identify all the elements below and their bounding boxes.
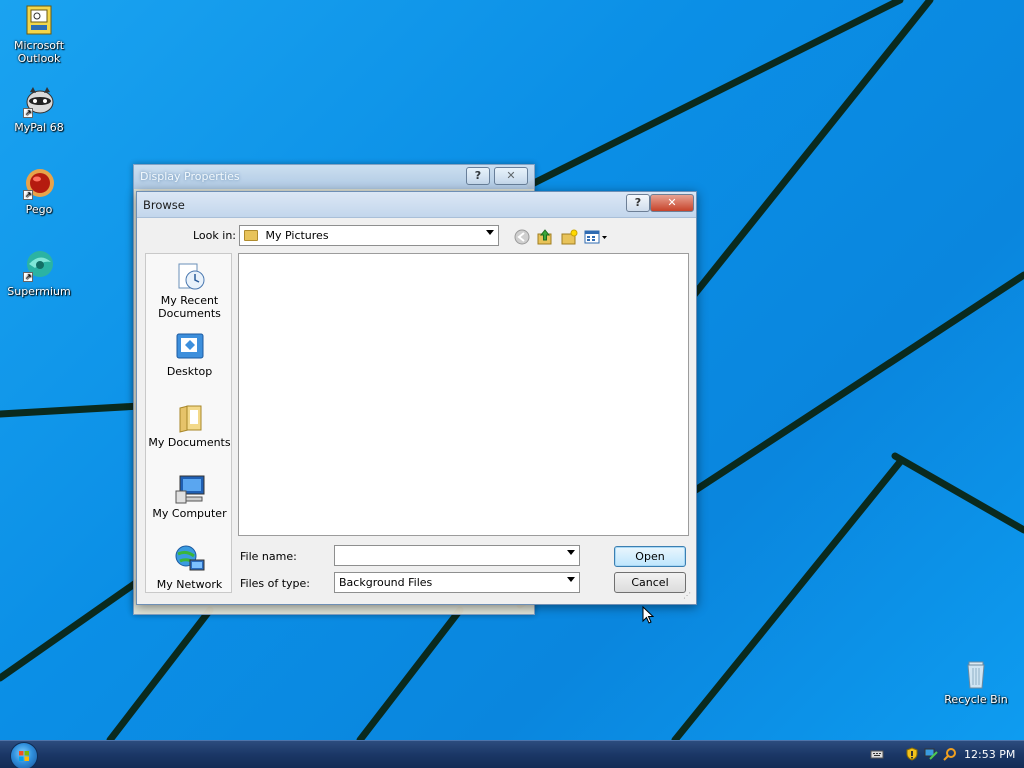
search-icon[interactable] [943, 747, 957, 761]
security-shield-icon[interactable] [905, 747, 919, 761]
pego-icon: ↗ [23, 168, 55, 200]
window-title: Display Properties [140, 170, 240, 183]
desktop-icon-pego[interactable]: ↗ Pego [0, 168, 78, 216]
browse-dialog[interactable]: Browse ? ✕ Look in: My Pictures My Recen… [136, 191, 697, 605]
my-documents-icon [174, 402, 206, 434]
chevron-down-icon [486, 230, 494, 235]
supermium-icon: ↗ [23, 250, 55, 282]
place-recent-documents[interactable]: My Recent Documents [146, 260, 233, 320]
browse-titlebar[interactable]: Browse [137, 192, 696, 218]
folder-icon [244, 230, 258, 241]
keyboard-icon[interactable] [870, 747, 884, 761]
back-icon[interactable] [513, 228, 531, 246]
recycle-bin-icon [960, 658, 992, 690]
look-in-label: Look in: [193, 229, 236, 242]
clock[interactable]: 12:53 PM [964, 748, 1015, 761]
place-label: My Documents [148, 436, 231, 449]
new-folder-icon[interactable] [560, 228, 578, 246]
files-of-type-label: Files of type: [240, 577, 311, 590]
up-folder-icon[interactable] [536, 228, 554, 246]
place-my-computer[interactable]: My Computer [146, 473, 233, 520]
desktop-icon [174, 331, 206, 363]
desktop-icon-recycle-bin[interactable]: Recycle Bin [940, 658, 1012, 706]
close-button[interactable]: ✕ [650, 194, 694, 212]
place-label: My Network [156, 578, 223, 591]
place-label: Desktop [166, 365, 213, 378]
files-of-type-dropdown[interactable]: Background Files [334, 572, 580, 593]
close-button[interactable]: ✕ [494, 167, 528, 185]
place-my-documents[interactable]: My Documents [146, 402, 233, 449]
chevron-down-icon [567, 577, 575, 582]
taskbar: 12:53 PM [0, 740, 1024, 768]
desktop-icon-label: Microsoft Outlook [13, 39, 65, 65]
recent-documents-icon [174, 260, 206, 292]
desktop-icon-label: MyPal 68 [14, 121, 64, 134]
file-list[interactable] [238, 253, 689, 536]
desktop-icon-label: Pego [25, 203, 53, 216]
desktop-icon-label: Recycle Bin [944, 693, 1008, 706]
network-icon[interactable] [924, 747, 938, 761]
shortcut-arrow-icon: ↗ [23, 272, 33, 282]
desktop-icon-label: Supermium [7, 285, 71, 298]
my-network-icon [174, 544, 206, 576]
help-button[interactable]: ? [626, 194, 650, 212]
cancel-button[interactable]: Cancel [614, 572, 686, 593]
place-label: My Recent Documents [158, 294, 221, 320]
file-name-combobox[interactable] [334, 545, 580, 566]
start-orb-icon[interactable] [10, 742, 38, 768]
mouse-cursor-icon [642, 605, 655, 627]
mypal-icon: ↗ [23, 86, 55, 118]
look-in-dropdown[interactable]: My Pictures [239, 225, 499, 246]
shortcut-arrow-icon: ↗ [23, 108, 33, 118]
dialog-title: Browse [143, 198, 185, 212]
desktop-icon-outlook[interactable]: Microsoft Outlook [0, 4, 78, 65]
place-my-network[interactable]: My Network [146, 544, 233, 591]
desktop-icon-supermium[interactable]: ↗ Supermium [0, 250, 78, 298]
outlook-icon [23, 4, 55, 36]
chevron-down-icon [567, 550, 575, 555]
resize-grip-icon[interactable]: ⋰ [683, 592, 693, 602]
look-in-value: My Pictures [265, 229, 329, 242]
shortcut-arrow-icon: ↗ [23, 190, 33, 200]
file-name-label: File name: [240, 550, 297, 563]
view-menu-icon[interactable] [584, 228, 608, 246]
place-desktop[interactable]: Desktop [146, 331, 233, 378]
open-button[interactable]: Open [614, 546, 686, 567]
desktop-icon-mypal[interactable]: ↗ MyPal 68 [0, 86, 78, 134]
help-button[interactable]: ? [466, 167, 490, 185]
files-of-type-value: Background Files [339, 576, 433, 589]
place-label: My Computer [152, 507, 227, 520]
places-bar: My Recent Documents Desktop My Documents… [145, 253, 232, 593]
my-computer-icon [174, 473, 206, 505]
